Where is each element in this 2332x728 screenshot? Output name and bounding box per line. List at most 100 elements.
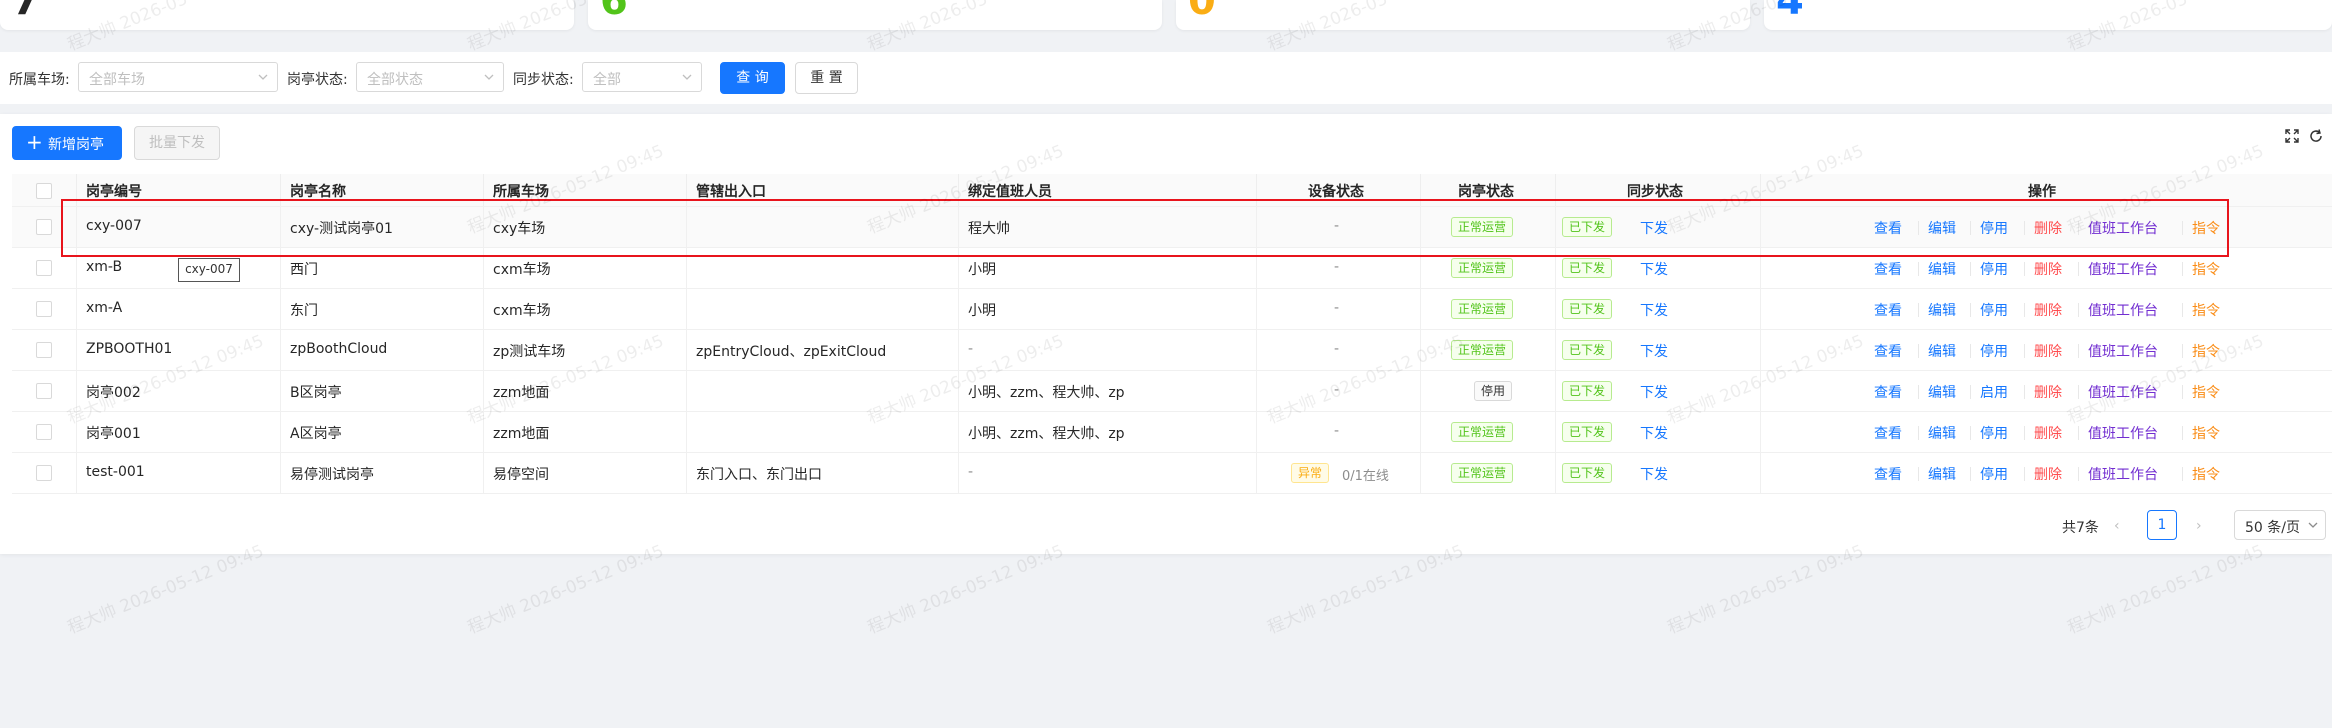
booth-status-badge: 正常运营 — [1451, 463, 1514, 483]
toggle-link[interactable]: 停用 — [1980, 259, 2008, 279]
view-link[interactable]: 查看 — [1874, 300, 1902, 320]
booth-name: 易停测试岗亭 — [290, 467, 374, 483]
sync-status-badge: 已下发 — [1562, 340, 1613, 360]
booth-name: 西门 — [290, 262, 318, 278]
booth-gates: 东门入口、东门出口 — [696, 467, 822, 483]
booth-status-badge: 正常运营 — [1451, 422, 1514, 442]
dispatch-link[interactable]: 下发 — [1640, 423, 1668, 443]
table-row[interactable]: 岗亭001 A区岗亭 zzm地面 小明、zzm、程大帅、zp - 正常运营 已下… — [12, 412, 2332, 453]
view-link[interactable]: 查看 — [1874, 259, 1902, 279]
plus-icon: + — [26, 130, 43, 154]
status-filter-label: 岗亭状态: — [287, 72, 348, 88]
toggle-link[interactable]: 停用 — [1980, 464, 2008, 484]
booth-park: zzm地面 — [493, 426, 550, 442]
header-actions: 操作 — [2028, 184, 2056, 200]
table-row[interactable]: ZPBOOTH01 zpBoothCloud zp测试车场 zpEntryClo… — [12, 330, 2332, 371]
toggle-link[interactable]: 启用 — [1980, 382, 2008, 402]
page-1-button[interactable]: 1 — [2147, 510, 2177, 540]
chevron-down-icon — [682, 74, 692, 80]
edit-link[interactable]: 编辑 — [1928, 423, 1956, 443]
booth-park: cxm车场 — [493, 262, 551, 278]
row-checkbox[interactable] — [36, 219, 52, 235]
dispatch-link[interactable]: 下发 — [1640, 259, 1668, 279]
command-link[interactable]: 指令 — [2192, 259, 2220, 279]
device-status-badge: 异常 — [1291, 463, 1330, 483]
row-checkbox[interactable] — [36, 465, 52, 481]
delete-link[interactable]: 删除 — [2034, 464, 2062, 484]
view-link[interactable]: 查看 — [1874, 464, 1902, 484]
next-page-icon[interactable]: › — [2196, 518, 2210, 534]
page-size-select[interactable]: 50 条/页 — [2234, 510, 2326, 540]
sync-status-badge: 已下发 — [1562, 381, 1613, 401]
sync-status-badge: 已下发 — [1562, 463, 1613, 483]
view-link[interactable]: 查看 — [1874, 341, 1902, 361]
batch-dispatch-button[interactable]: 批量下发 — [134, 126, 220, 160]
command-link[interactable]: 指令 — [2192, 341, 2220, 361]
booth-status-select[interactable]: 全部状态 — [356, 62, 504, 92]
delete-link[interactable]: 删除 — [2034, 259, 2062, 279]
row-checkbox[interactable] — [36, 260, 52, 276]
refresh-icon[interactable] — [2308, 128, 2324, 144]
command-link[interactable]: 指令 — [2192, 464, 2220, 484]
chevron-down-icon — [258, 74, 268, 80]
dispatch-link[interactable]: 下发 — [1640, 382, 1668, 402]
toggle-link[interactable]: 停用 — [1980, 423, 2008, 443]
fullscreen-icon[interactable] — [2284, 128, 2300, 144]
view-link[interactable]: 查看 — [1874, 423, 1902, 443]
park-select-placeholder: 全部车场 — [89, 72, 145, 88]
delete-link[interactable]: 删除 — [2034, 341, 2062, 361]
header-booth-status: 岗亭状态 — [1458, 184, 1514, 200]
duty-workbench-link[interactable]: 值班工作台 — [2088, 259, 2158, 279]
dispatch-link[interactable]: 下发 — [1640, 341, 1668, 361]
delete-link[interactable]: 删除 — [2034, 382, 2062, 402]
edit-link[interactable]: 编辑 — [1928, 464, 1956, 484]
row-checkbox[interactable] — [36, 424, 52, 440]
duty-workbench-link[interactable]: 值班工作台 — [2088, 464, 2158, 484]
edit-link[interactable]: 编辑 — [1928, 259, 1956, 279]
edit-link[interactable]: 编辑 — [1928, 341, 1956, 361]
booth-name: A区岗亭 — [290, 426, 342, 442]
device-status: - — [1334, 300, 1340, 316]
reset-button[interactable]: 重 置 — [795, 62, 858, 94]
row-checkbox[interactable] — [36, 342, 52, 358]
duty-workbench-link[interactable]: 值班工作台 — [2088, 382, 2158, 402]
edit-link[interactable]: 编辑 — [1928, 300, 1956, 320]
booth-name: B区岗亭 — [290, 385, 342, 401]
table-row[interactable]: 岗亭002 B区岗亭 zzm地面 小明、zzm、程大帅、zp - 停用 已下发 … — [12, 371, 2332, 412]
park-select[interactable]: 全部车场 — [78, 62, 278, 92]
stats-bar: 7 6 0 4 — [0, 0, 2332, 32]
sync-status-badge: 已下发 — [1562, 258, 1613, 278]
row-checkbox[interactable] — [36, 383, 52, 399]
select-all-checkbox[interactable] — [36, 183, 52, 199]
command-link[interactable]: 指令 — [2192, 423, 2220, 443]
delete-link[interactable]: 删除 — [2034, 423, 2062, 443]
add-booth-button[interactable]: + 新增岗亭 — [12, 126, 122, 160]
view-link[interactable]: 查看 — [1874, 382, 1902, 402]
command-link[interactable]: 指令 — [2192, 300, 2220, 320]
table-row[interactable]: xm-A 东门 cxm车场 小明 - 正常运营 已下发 下发 查看 编辑 停用 … — [12, 289, 2332, 330]
table-row[interactable]: test-001 易停测试岗亭 易停空间 东门入口、东门出口 - 异常 0/1在… — [12, 453, 2332, 494]
command-link[interactable]: 指令 — [2192, 382, 2220, 402]
booth-status-badge: 正常运营 — [1451, 258, 1514, 278]
stat-card-other: 4 — [1764, 0, 2332, 30]
duty-workbench-link[interactable]: 值班工作台 — [2088, 300, 2158, 320]
duty-workbench-link[interactable]: 值班工作台 — [2088, 341, 2158, 361]
toggle-link[interactable]: 停用 — [1980, 300, 2008, 320]
query-button[interactable]: 查 询 — [720, 62, 785, 94]
device-status: - — [1334, 259, 1340, 275]
edit-link[interactable]: 编辑 — [1928, 382, 1956, 402]
stat-card-total: 7 — [0, 0, 574, 30]
dispatch-link[interactable]: 下发 — [1640, 300, 1668, 320]
dispatch-link[interactable]: 下发 — [1640, 464, 1668, 484]
filter-bar: 所属车场: 全部车场 岗亭状态: 全部状态 同步状态: 全部 查 询 重 置 — [0, 52, 2332, 104]
highlight-box — [61, 199, 2229, 257]
delete-link[interactable]: 删除 — [2034, 300, 2062, 320]
pagination-total: 共7条 — [2062, 520, 2099, 536]
sync-filter-label: 同步状态: — [513, 72, 574, 88]
duty-workbench-link[interactable]: 值班工作台 — [2088, 423, 2158, 443]
toggle-link[interactable]: 停用 — [1980, 341, 2008, 361]
stat-other-value: 4 — [1776, 0, 1804, 24]
sync-status-select[interactable]: 全部 — [582, 62, 702, 92]
prev-page-icon[interactable]: ‹ — [2114, 518, 2128, 534]
row-checkbox[interactable] — [36, 301, 52, 317]
